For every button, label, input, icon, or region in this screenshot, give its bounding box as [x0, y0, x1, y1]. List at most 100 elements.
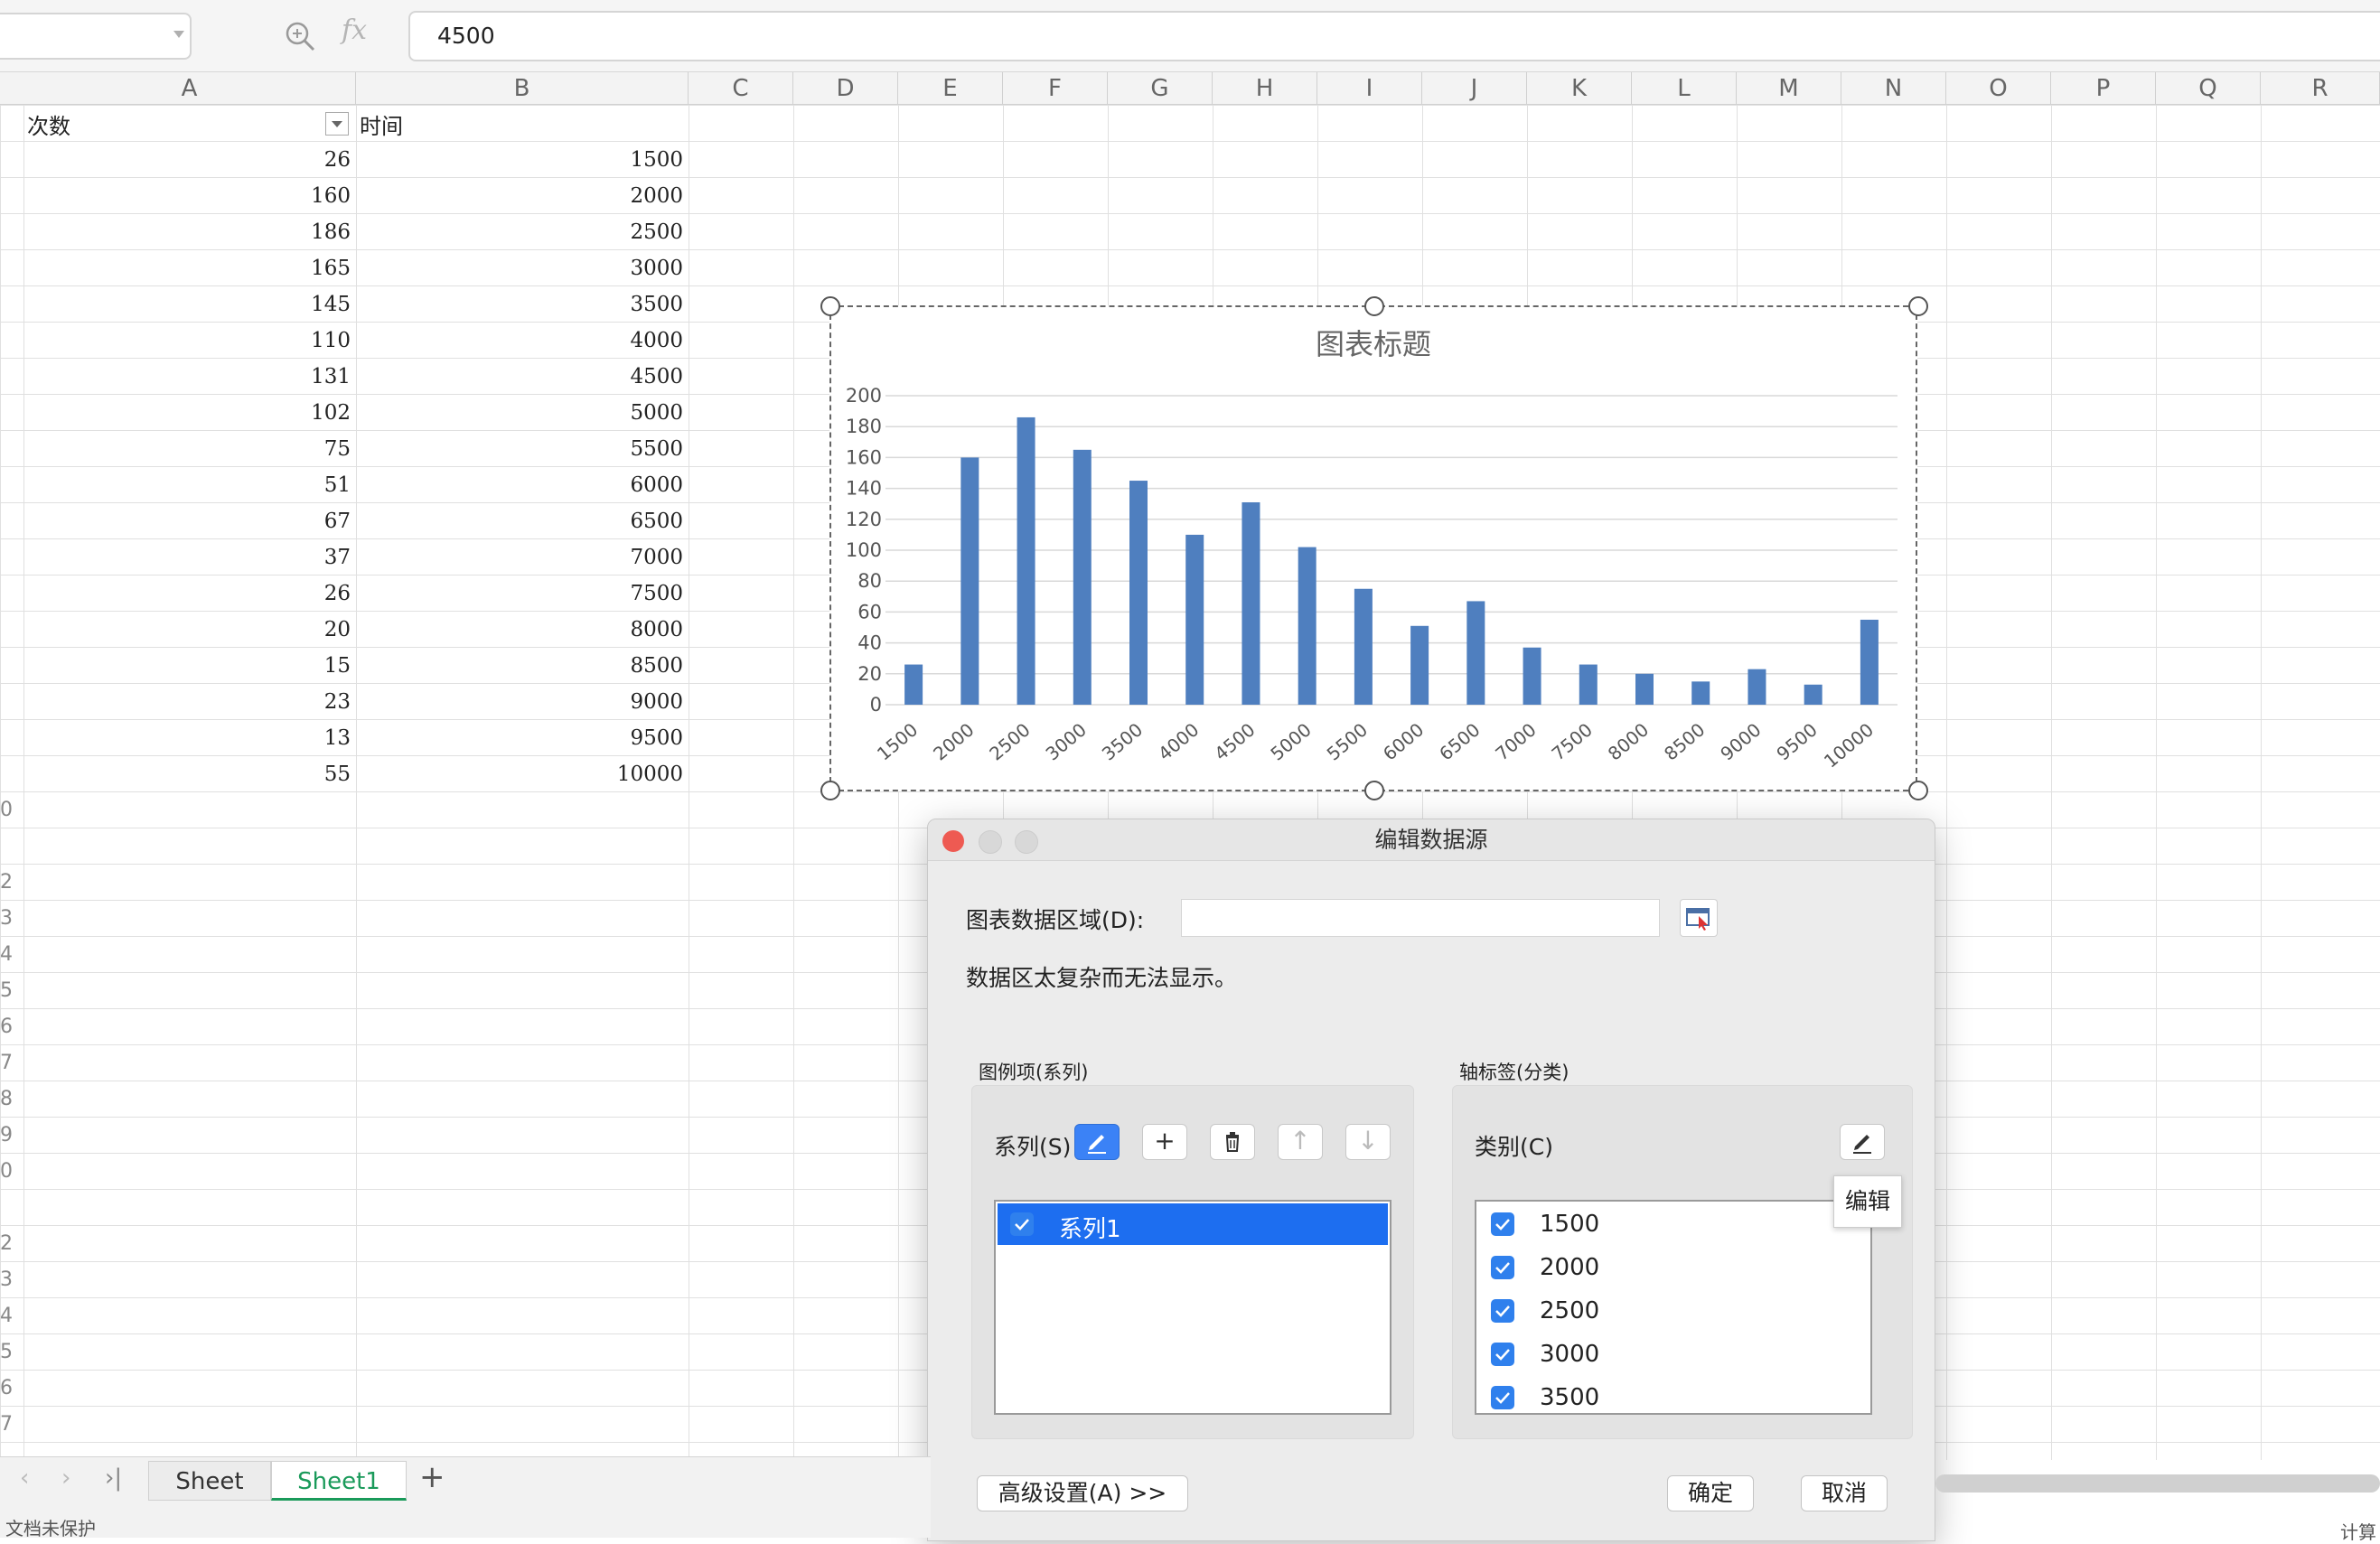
fx-icon[interactable]: fx: [342, 14, 367, 46]
cell-count: 51: [323, 473, 351, 497]
column-header-d[interactable]: D: [793, 72, 898, 105]
column-header-q[interactable]: Q: [2156, 72, 2261, 105]
edit-category-button[interactable]: [1840, 1124, 1885, 1160]
column-header-n[interactable]: N: [1841, 72, 1946, 105]
category-list-item[interactable]: 3000: [1476, 1333, 1870, 1377]
row-number[interactable]: 0: [0, 799, 22, 821]
bar-5500[interactable]: [1354, 588, 1373, 705]
column-header-k[interactable]: K: [1527, 72, 1632, 105]
add-series-button[interactable]: +: [1142, 1124, 1187, 1160]
bar-2000[interactable]: [960, 457, 979, 705]
row-number[interactable]: 6: [0, 1377, 22, 1399]
row-number[interactable]: 9: [0, 1124, 22, 1146]
chart-title[interactable]: 图表标题: [1316, 327, 1431, 361]
bar-3000[interactable]: [1073, 449, 1092, 705]
row-number[interactable]: 0: [0, 1160, 22, 1183]
formula-input[interactable]: 4500: [408, 11, 2380, 61]
range-picker-button[interactable]: [1680, 899, 1718, 937]
name-box[interactable]: [0, 13, 192, 60]
filter-dropdown-icon[interactable]: [325, 112, 349, 136]
checkbox-checked-icon[interactable]: [1491, 1212, 1514, 1236]
series-list[interactable]: 系列1: [994, 1200, 1391, 1415]
column-header-b[interactable]: B: [356, 72, 689, 105]
checkbox-checked-icon[interactable]: [1491, 1343, 1514, 1366]
tab-sheet[interactable]: Sheet: [148, 1461, 271, 1501]
resize-handle[interactable]: [820, 781, 840, 800]
bar-7000[interactable]: [1523, 647, 1541, 705]
bar-8000[interactable]: [1635, 673, 1654, 705]
resize-handle[interactable]: [820, 296, 840, 316]
ok-button[interactable]: 确定: [1667, 1475, 1754, 1511]
cancel-button[interactable]: 取消: [1801, 1475, 1888, 1511]
column-header-p[interactable]: P: [2051, 72, 2156, 105]
row-number[interactable]: 4: [0, 1305, 22, 1327]
row-number[interactable]: 6: [0, 1015, 22, 1038]
header-cell-count: 次数: [27, 114, 70, 139]
next-sheet-icon[interactable]: ›: [61, 1464, 70, 1492]
zoom-icon[interactable]: [284, 20, 316, 52]
column-header-o[interactable]: O: [1946, 72, 2051, 105]
checkbox-checked-icon[interactable]: [1010, 1212, 1034, 1236]
checkbox-checked-icon[interactable]: [1491, 1386, 1514, 1409]
first-sheet-icon[interactable]: ‹: [20, 1464, 29, 1492]
bar-6500[interactable]: [1466, 601, 1485, 705]
move-up-button[interactable]: ↑: [1278, 1124, 1323, 1160]
bar-5000[interactable]: [1298, 547, 1316, 705]
column-header-h[interactable]: H: [1213, 72, 1317, 105]
column-header-f[interactable]: F: [1003, 72, 1108, 105]
column-header-c[interactable]: C: [689, 72, 793, 105]
bar-2500[interactable]: [1017, 416, 1035, 705]
advanced-settings-button[interactable]: 高级设置(A) >>: [977, 1475, 1188, 1511]
row-number[interactable]: 7: [0, 1413, 22, 1436]
checkbox-checked-icon[interactable]: [1491, 1256, 1514, 1279]
bar-3500[interactable]: [1129, 481, 1148, 705]
column-header-e[interactable]: E: [898, 72, 1003, 105]
category-list[interactable]: 1500 2000 2500 3000 3500: [1475, 1200, 1872, 1415]
delete-series-button[interactable]: [1210, 1124, 1255, 1160]
add-sheet-icon[interactable]: +: [419, 1459, 445, 1495]
category-list-item[interactable]: 3500: [1476, 1377, 1870, 1413]
column-header-g[interactable]: G: [1108, 72, 1213, 105]
column-header-a[interactable]: A: [23, 72, 356, 105]
row-number[interactable]: 5: [0, 979, 22, 1002]
edit-series-button[interactable]: [1074, 1124, 1120, 1160]
column-header-r[interactable]: R: [2261, 72, 2380, 105]
bar-7500[interactable]: [1579, 664, 1598, 705]
bar-8500[interactable]: [1691, 681, 1710, 705]
bar-9000[interactable]: [1748, 669, 1766, 705]
row-number[interactable]: 4: [0, 943, 22, 966]
bar-4500[interactable]: [1242, 501, 1260, 705]
row-number[interactable]: 2: [0, 871, 22, 894]
column-header-l[interactable]: L: [1632, 72, 1737, 105]
range-input[interactable]: [1181, 899, 1660, 937]
bar-10000[interactable]: [1860, 619, 1879, 705]
chevron-down-icon[interactable]: [173, 31, 184, 38]
category-list-item[interactable]: 2000: [1476, 1247, 1870, 1290]
last-sheet-icon[interactable]: ›|: [105, 1464, 122, 1492]
row-number[interactable]: 5: [0, 1341, 22, 1363]
resize-handle[interactable]: [1364, 296, 1384, 316]
row-number[interactable]: 3: [0, 1268, 22, 1291]
horizontal-scrollbar[interactable]: [1935, 1474, 2380, 1493]
category-list-item[interactable]: 1500: [1476, 1203, 1870, 1247]
row-number[interactable]: 2: [0, 1232, 22, 1255]
column-header-i[interactable]: I: [1317, 72, 1422, 105]
tab-sheet1[interactable]: Sheet1: [271, 1461, 407, 1501]
row-number[interactable]: 7: [0, 1052, 22, 1074]
bar-4000[interactable]: [1185, 534, 1204, 705]
resize-handle[interactable]: [1364, 781, 1384, 800]
category-list-item[interactable]: 2500: [1476, 1290, 1870, 1333]
move-down-button[interactable]: ↓: [1345, 1124, 1391, 1160]
bar-6000[interactable]: [1410, 625, 1429, 705]
resize-handle[interactable]: [1908, 296, 1928, 316]
row-number[interactable]: 8: [0, 1088, 22, 1110]
bar-1500[interactable]: [904, 664, 923, 705]
series-list-item[interactable]: 系列1: [998, 1203, 1388, 1245]
row-number[interactable]: 3: [0, 907, 22, 930]
resize-handle[interactable]: [1908, 781, 1928, 800]
bar-9500[interactable]: [1804, 684, 1822, 705]
checkbox-checked-icon[interactable]: [1491, 1299, 1514, 1323]
bar-chart[interactable]: 图表标题 0 20 40 60 80 100 120 140 160 180 200 1500 2000 2…: [820, 296, 1928, 800]
column-header-m[interactable]: M: [1737, 72, 1841, 105]
column-header-j[interactable]: J: [1422, 72, 1527, 105]
